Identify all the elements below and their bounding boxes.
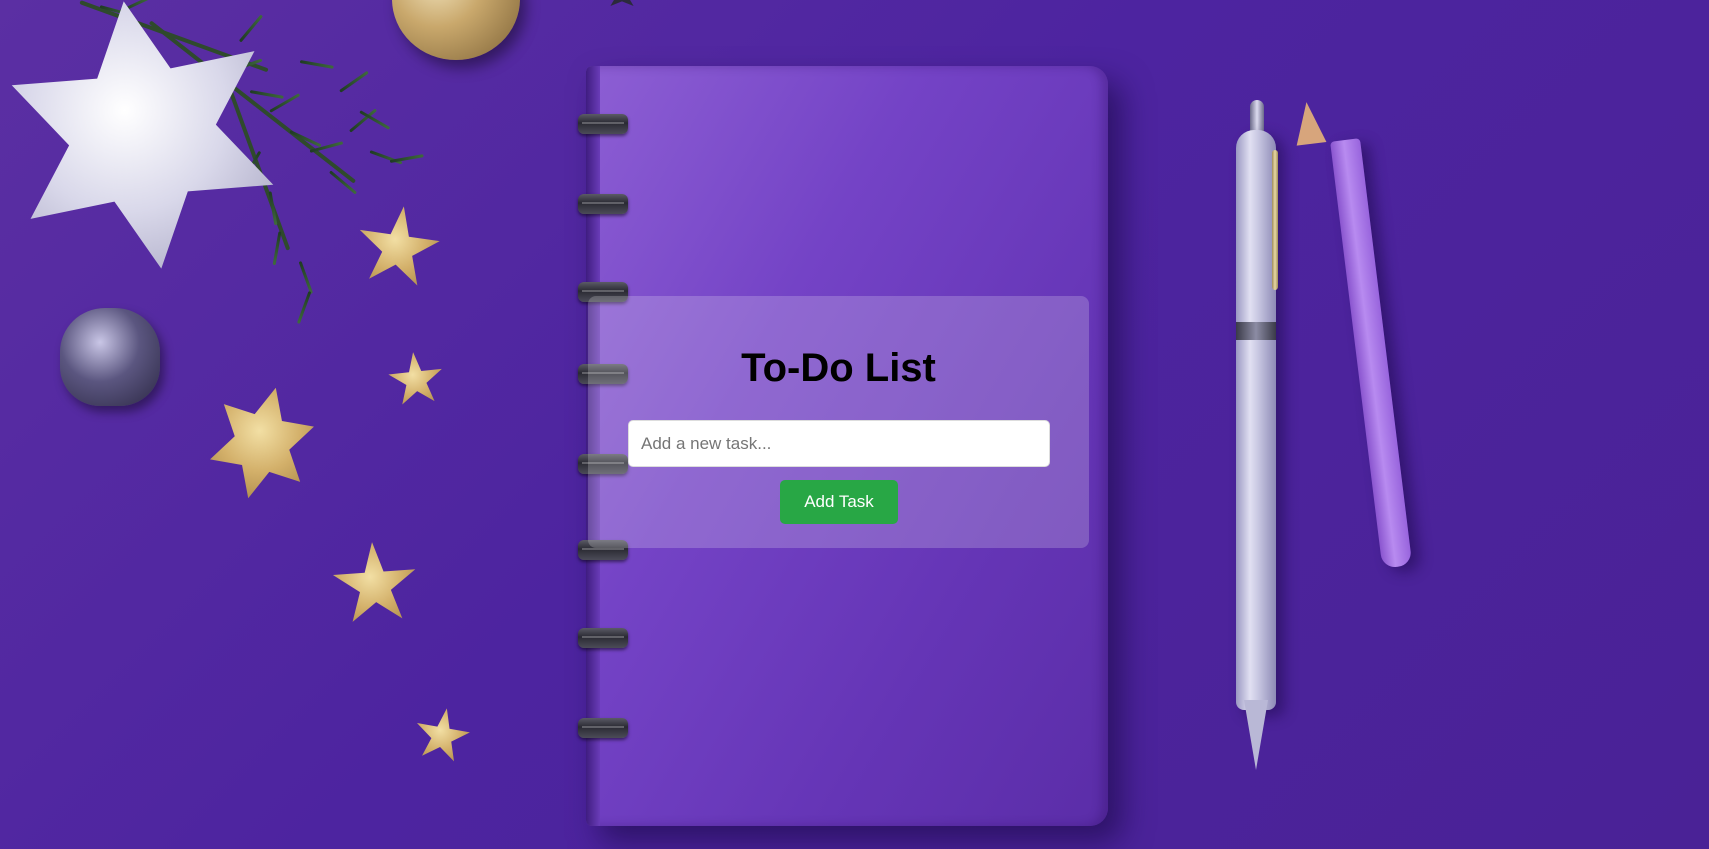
new-task-input[interactable] <box>628 420 1050 467</box>
pen-image <box>1236 130 1276 710</box>
notebook-ring <box>578 718 628 738</box>
star-ornament-icon <box>602 0 642 7</box>
star-ornament-icon <box>410 704 475 769</box>
star-ornament-icon <box>329 539 421 631</box>
notebook-ring <box>578 628 628 648</box>
pencil-image <box>1330 138 1413 569</box>
pen-clip <box>1272 150 1278 290</box>
pen-band <box>1236 322 1276 340</box>
notebook-ring <box>578 114 628 134</box>
page-title: To-Do List <box>741 346 936 390</box>
notebook-ring <box>578 194 628 214</box>
add-task-button[interactable]: Add Task <box>780 480 898 524</box>
pen-tip <box>1244 700 1268 770</box>
star-ornament-icon <box>196 375 328 512</box>
pencil-tip <box>1291 100 1327 146</box>
bell-ornament-icon <box>60 308 160 406</box>
